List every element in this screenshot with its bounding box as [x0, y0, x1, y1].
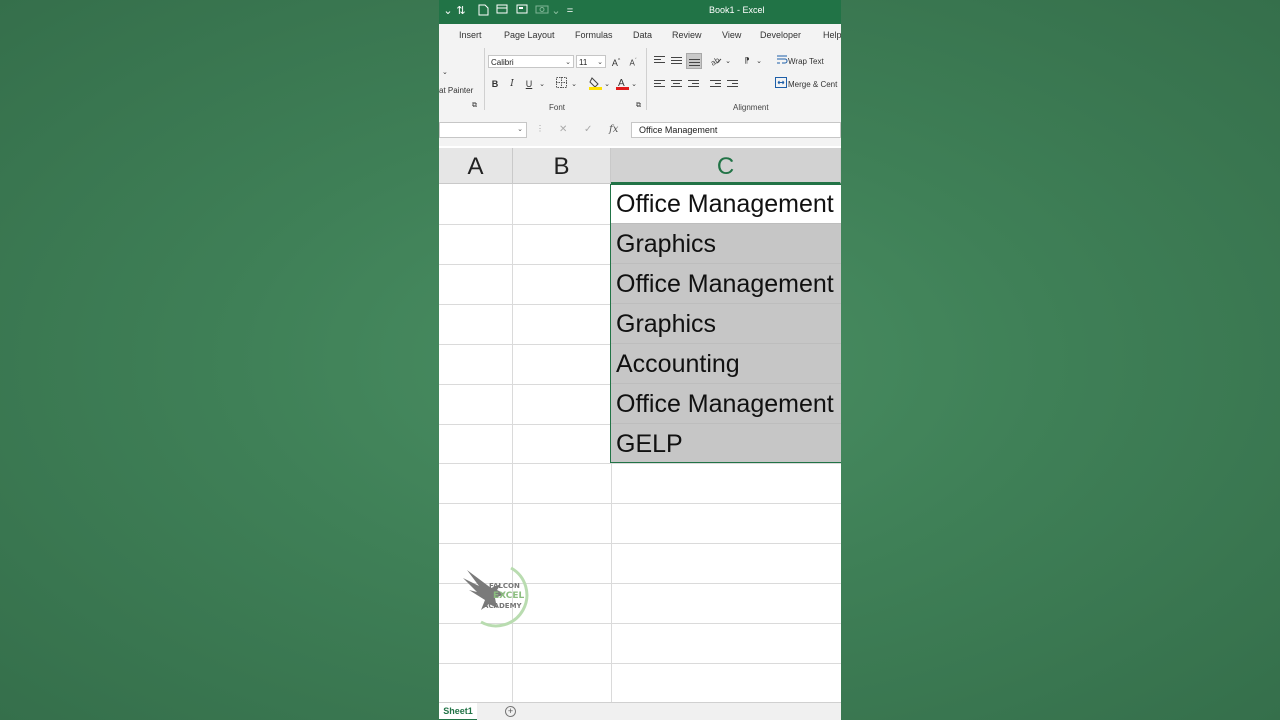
- window-title: Book1 - Excel: [709, 5, 765, 15]
- cell-c7[interactable]: GELP: [611, 424, 841, 463]
- fill-color-dropdown-icon[interactable]: ⌄: [600, 78, 614, 92]
- clipboard-dropdown-icon[interactable]: ⌄: [442, 68, 448, 76]
- font-color-dropdown-icon[interactable]: ⌄: [627, 78, 641, 92]
- tab-data[interactable]: Data: [633, 30, 652, 40]
- ribbon: ⌄ at Painter ⧉ Calibri ⌄ 11 ⌄ A^ Aˇ B I …: [439, 46, 841, 117]
- print-preview-icon[interactable]: [495, 4, 509, 18]
- cell-c4[interactable]: Graphics: [611, 304, 841, 344]
- cell-c5[interactable]: Accounting: [611, 344, 841, 384]
- insert-function-button[interactable]: fx: [609, 124, 618, 135]
- borders-dropdown-icon[interactable]: ⌄: [567, 78, 581, 92]
- align-middle-icon[interactable]: [671, 57, 682, 66]
- font-launcher-icon[interactable]: ⧉: [636, 102, 641, 110]
- underline-dropdown-icon[interactable]: ⌄: [535, 78, 549, 92]
- underline-button[interactable]: U: [522, 77, 536, 91]
- align-right-icon[interactable]: [688, 80, 699, 89]
- ribbon-tabs: Insert Page Layout Formulas Data Review …: [439, 24, 841, 46]
- name-box[interactable]: ⌄: [439, 122, 527, 138]
- gridline: [439, 543, 841, 544]
- font-size-select[interactable]: 11 ⌄: [576, 55, 606, 68]
- gridline: [439, 663, 841, 664]
- gridline: [439, 503, 841, 504]
- font-group-label: Font: [549, 103, 566, 112]
- tab-review[interactable]: Review: [672, 30, 702, 40]
- align-left-icon[interactable]: [654, 80, 665, 89]
- italic-button[interactable]: I: [505, 77, 519, 91]
- group-separator: [646, 48, 647, 110]
- page-icon[interactable]: [476, 4, 490, 18]
- chevron-down-icon: ⌄: [517, 126, 523, 133]
- wrap-text-button[interactable]: Wrap Text: [788, 57, 824, 66]
- clipboard-launcher-icon[interactable]: ⧉: [472, 102, 477, 110]
- camera-dropdown-icon[interactable]: ⌄: [549, 4, 563, 18]
- increase-indent-icon[interactable]: [727, 80, 738, 89]
- cell-c3[interactable]: Office Management: [611, 264, 841, 304]
- orientation-dropdown-icon[interactable]: ⌄: [721, 55, 735, 69]
- align-center-icon[interactable]: [671, 80, 682, 89]
- qat-more-icon[interactable]: ⌄: [441, 4, 455, 18]
- column-header-b[interactable]: B: [513, 148, 611, 184]
- borders-button[interactable]: [554, 77, 568, 91]
- logo-text-academy: ACADEMY: [483, 602, 522, 610]
- decrease-font-size-button[interactable]: Aˇ: [626, 54, 640, 68]
- logo-text-excel: EXCEL: [493, 591, 525, 601]
- tab-view[interactable]: View: [722, 30, 741, 40]
- formula-input[interactable]: Office Management: [631, 122, 841, 138]
- cancel-icon[interactable]: ✕: [559, 124, 567, 135]
- font-name-value: Calibri: [491, 58, 514, 67]
- align-top-icon[interactable]: [654, 56, 665, 65]
- tab-help[interactable]: Help: [823, 30, 841, 40]
- decrease-indent-icon[interactable]: [710, 80, 721, 89]
- customize-qat-icon[interactable]: =: [563, 4, 577, 18]
- increase-font-size-button[interactable]: A^: [609, 54, 623, 68]
- gridline: [439, 463, 841, 464]
- formula-bar: ⌄ ⋮ ✕ ✓ fx Office Management: [439, 116, 841, 146]
- column-header-a[interactable]: A: [439, 148, 513, 184]
- format-painter-button[interactable]: at Painter: [439, 86, 473, 95]
- tab-page-layout[interactable]: Page Layout: [504, 30, 555, 40]
- excel-window: ⌄ ⇅ ⌄ = Book1 - Excel Insert Page Layout…: [439, 0, 841, 720]
- form-icon[interactable]: [515, 4, 529, 18]
- sheet-tab-sheet1[interactable]: Sheet1: [439, 703, 477, 720]
- title-bar: ⌄ ⇅ ⌄ = Book1 - Excel: [439, 0, 841, 24]
- falcon-excel-academy-logo: FALCON EXCEL ACADEMY: [461, 564, 535, 628]
- cell-c1[interactable]: Office Management: [611, 184, 841, 224]
- cell-c6[interactable]: Office Management: [611, 384, 841, 424]
- align-bottom-icon: [689, 59, 700, 68]
- tab-insert[interactable]: Insert: [459, 30, 482, 40]
- align-bottom-button[interactable]: [686, 53, 702, 69]
- camera-icon[interactable]: [535, 4, 549, 18]
- font-size-value: 11: [579, 58, 588, 67]
- add-sheet-icon[interactable]: +: [505, 706, 516, 717]
- font-name-select[interactable]: Calibri ⌄: [488, 55, 574, 68]
- wrap-text-icon[interactable]: [775, 54, 789, 68]
- alignment-group-label: Alignment: [733, 103, 769, 112]
- sheet-tab-bar: Sheet1 +: [439, 702, 841, 720]
- text-direction-dropdown-icon[interactable]: ⌄: [752, 55, 766, 69]
- sort-icon[interactable]: ⇅: [454, 4, 468, 18]
- merge-center-button[interactable]: Merge & Cent: [788, 80, 837, 89]
- bold-button[interactable]: B: [488, 77, 502, 91]
- cell-c2[interactable]: Graphics: [611, 224, 841, 264]
- worksheet-grid[interactable]: A B C Office Management Graphics Office …: [439, 146, 841, 702]
- logo-text-falcon: FALCON: [489, 582, 520, 590]
- merge-center-icon[interactable]: [774, 77, 788, 91]
- chevron-down-icon: ⌄: [597, 59, 603, 66]
- tab-formulas[interactable]: Formulas: [575, 30, 613, 40]
- enter-icon[interactable]: ✓: [584, 124, 592, 135]
- group-separator: [484, 48, 485, 110]
- tab-developer[interactable]: Developer: [760, 30, 801, 40]
- formula-bar-grip-icon: ⋮: [536, 124, 544, 133]
- chevron-down-icon: ⌄: [565, 59, 571, 66]
- orientation-icon[interactable]: ab: [708, 54, 722, 68]
- column-header-c[interactable]: C: [611, 148, 841, 184]
